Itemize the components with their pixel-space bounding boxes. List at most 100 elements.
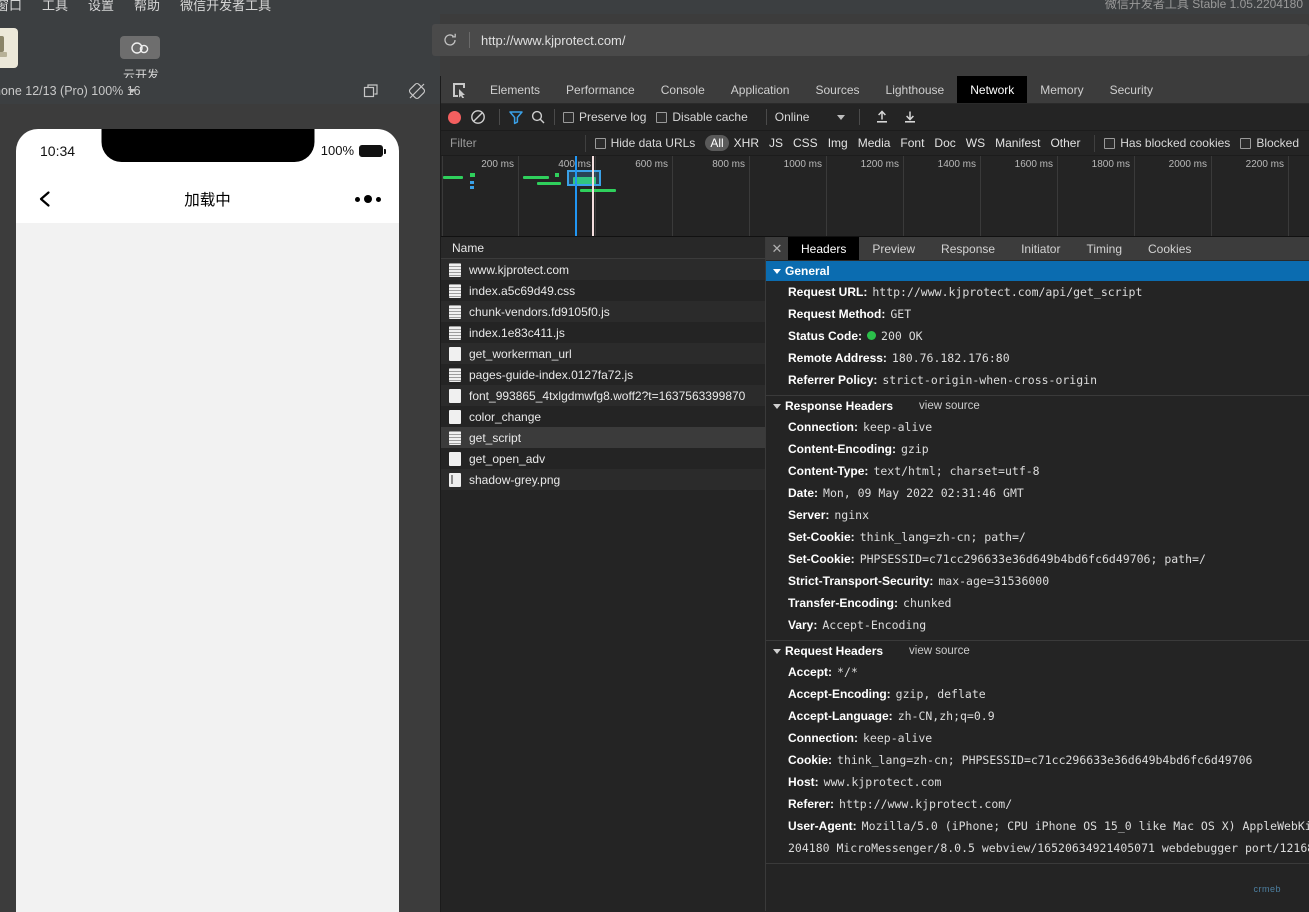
table-row[interactable]: index.a5c69d49.css [441, 280, 765, 301]
filter-type-img[interactable]: Img [823, 135, 853, 151]
filter-type-ws[interactable]: WS [961, 135, 990, 151]
more-dots-icon[interactable] [355, 195, 381, 203]
tab-network[interactable]: Network [957, 76, 1028, 103]
chevron-left-icon[interactable] [36, 190, 54, 208]
table-row-selected[interactable]: get_script [441, 427, 765, 448]
filter-type-xhr[interactable]: XHR [729, 135, 764, 151]
url-bar[interactable]: http://www.kjprotect.com/ [432, 24, 1309, 56]
disable-cache-checkbox[interactable] [656, 112, 668, 124]
tab-performance[interactable]: Performance [553, 76, 648, 103]
inspect-element-icon[interactable] [441, 76, 477, 103]
filter-funnel-icon[interactable] [508, 109, 524, 125]
filter-type-manifest[interactable]: Manifest [990, 135, 1045, 151]
tab-memory[interactable]: Memory [1027, 76, 1096, 103]
overview-gridline [442, 156, 443, 236]
close-icon[interactable]: ✕ [766, 237, 788, 260]
header-value: http://www.kjprotect.com/api/get_script [872, 285, 1143, 299]
url-text[interactable]: http://www.kjprotect.com/ [481, 33, 626, 48]
table-row[interactable]: font_993865_4txlgdmwfg8.woff2?t=16375633… [441, 385, 765, 406]
clear-icon[interactable] [470, 109, 486, 125]
table-row[interactable]: shadow-grey.png [441, 469, 765, 490]
simulator-thumbnail-icon[interactable] [0, 28, 18, 68]
table-row[interactable]: get_open_adv [441, 448, 765, 469]
has-blocked-cookies-checkbox[interactable] [1104, 138, 1116, 150]
header-row: Content-Encoding: gzip [766, 438, 1309, 460]
disable-cache-toggle[interactable]: Disable cache [656, 110, 748, 124]
header-row: Cookie: think_lang=zh-cn; PHPSESSID=c71cc… [766, 749, 1309, 771]
filter-type-other[interactable]: Other [1045, 135, 1085, 151]
simulator-stage: 10:34 100% 加载中 [0, 104, 440, 912]
header-row: Connection: keep-alive [766, 416, 1309, 438]
device-name-label[interactable]: hone 12/13 (Pro) 100% 16 [0, 84, 141, 98]
request-list-panel[interactable]: Name www.kjprotect.com index.a5c69d49.cs… [441, 237, 766, 911]
filter-type-media[interactable]: Media [853, 135, 896, 151]
hide-data-urls-checkbox[interactable] [594, 138, 606, 150]
detail-tab-response[interactable]: Response [928, 237, 1008, 260]
menu-item-window[interactable]: 窗口 [0, 0, 22, 14]
filter-type-all[interactable]: All [705, 135, 729, 151]
table-row[interactable]: chunk-vendors.fd9105f0.js [441, 301, 765, 322]
filter-type-doc[interactable]: Doc [929, 135, 960, 151]
detail-tab-cookies[interactable]: Cookies [1135, 237, 1204, 260]
overview-request-marker [470, 173, 475, 177]
request-list-header[interactable]: Name [441, 237, 765, 259]
tab-security[interactable]: Security [1097, 76, 1166, 103]
cloud-dev-button[interactable] [120, 36, 160, 59]
table-row[interactable]: index.1e83c411.js [441, 322, 765, 343]
rotate-device-icon[interactable] [408, 82, 426, 100]
blocked-requests-checkbox[interactable] [1240, 138, 1252, 150]
hide-data-urls-toggle[interactable]: Hide data URLs [594, 136, 695, 150]
header-value: keep-alive [863, 420, 933, 434]
filter-type-font[interactable]: Font [895, 135, 929, 151]
preserve-log-checkbox[interactable] [563, 112, 574, 124]
menu-item-settings[interactable]: 设置 [88, 0, 114, 14]
tab-lighthouse[interactable]: Lighthouse [873, 76, 958, 103]
chevron-down-icon[interactable] [128, 89, 136, 93]
filter-type-css[interactable]: CSS [788, 135, 823, 151]
table-row[interactable]: get_workerman_url [441, 343, 765, 364]
overview-request-marker [470, 186, 474, 189]
throttling-select-value[interactable]: Online [775, 110, 810, 124]
tab-sources[interactable]: Sources [802, 76, 872, 103]
table-row[interactable]: www.kjprotect.com [441, 259, 765, 280]
has-blocked-cookies-toggle[interactable]: Has blocked cookies [1104, 136, 1230, 150]
section-header-response[interactable]: Response Headers view source [766, 396, 1309, 416]
tab-elements[interactable]: Elements [477, 76, 553, 103]
export-har-icon[interactable] [903, 110, 917, 124]
detail-tab-timing[interactable]: Timing [1073, 237, 1135, 260]
import-har-icon[interactable] [875, 110, 889, 124]
table-row[interactable]: color_change [441, 406, 765, 427]
window-title: 微信开发者工具 Stable 1.05.2204180 [1104, 0, 1303, 11]
filter-input[interactable]: Filter [441, 136, 576, 150]
record-button[interactable] [448, 110, 461, 124]
section-header-request[interactable]: Request Headers view source [766, 641, 1309, 661]
section-header-general[interactable]: General [766, 261, 1309, 281]
network-overview-timeline[interactable]: 200 ms 400 ms 600 ms 800 ms 1000 ms 1200… [441, 156, 1309, 237]
overview-gridline [826, 156, 827, 236]
reload-icon[interactable] [442, 32, 458, 48]
duplicate-screen-icon[interactable] [363, 83, 380, 100]
chevron-down-icon[interactable] [837, 114, 846, 120]
phone-viewport[interactable]: 10:34 100% 加载中 [16, 129, 399, 912]
tab-application[interactable]: Application [718, 76, 803, 103]
header-key: Content-Type: [788, 464, 869, 478]
devtools-panel: Elements Performance Console Application… [440, 76, 1309, 912]
menu-item-tools[interactable]: 工具 [42, 0, 68, 14]
detail-tab-initiator[interactable]: Initiator [1008, 237, 1073, 260]
filter-type-js[interactable]: JS [764, 135, 788, 151]
blank-document-icon [449, 451, 461, 466]
detail-tab-preview[interactable]: Preview [859, 237, 928, 260]
ide-toolbar: 云开发 [0, 14, 440, 82]
preserve-log-toggle[interactable]: Preserve log [563, 110, 646, 124]
overview-selection-window[interactable] [567, 170, 601, 186]
detail-tab-headers[interactable]: Headers [788, 237, 860, 260]
menu-item-wechat-devtools[interactable]: 微信开发者工具 [180, 0, 271, 14]
search-icon[interactable] [530, 109, 546, 125]
view-source-link-response[interactable]: view source [919, 400, 980, 412]
blocked-requests-toggle[interactable]: Blocked [1240, 136, 1299, 150]
tab-console[interactable]: Console [648, 76, 718, 103]
phone-page-content[interactable] [16, 223, 399, 912]
view-source-link-request[interactable]: view source [909, 645, 970, 657]
menu-item-help[interactable]: 帮助 [134, 0, 160, 14]
table-row[interactable]: pages-guide-index.0127fa72.js [441, 364, 765, 385]
